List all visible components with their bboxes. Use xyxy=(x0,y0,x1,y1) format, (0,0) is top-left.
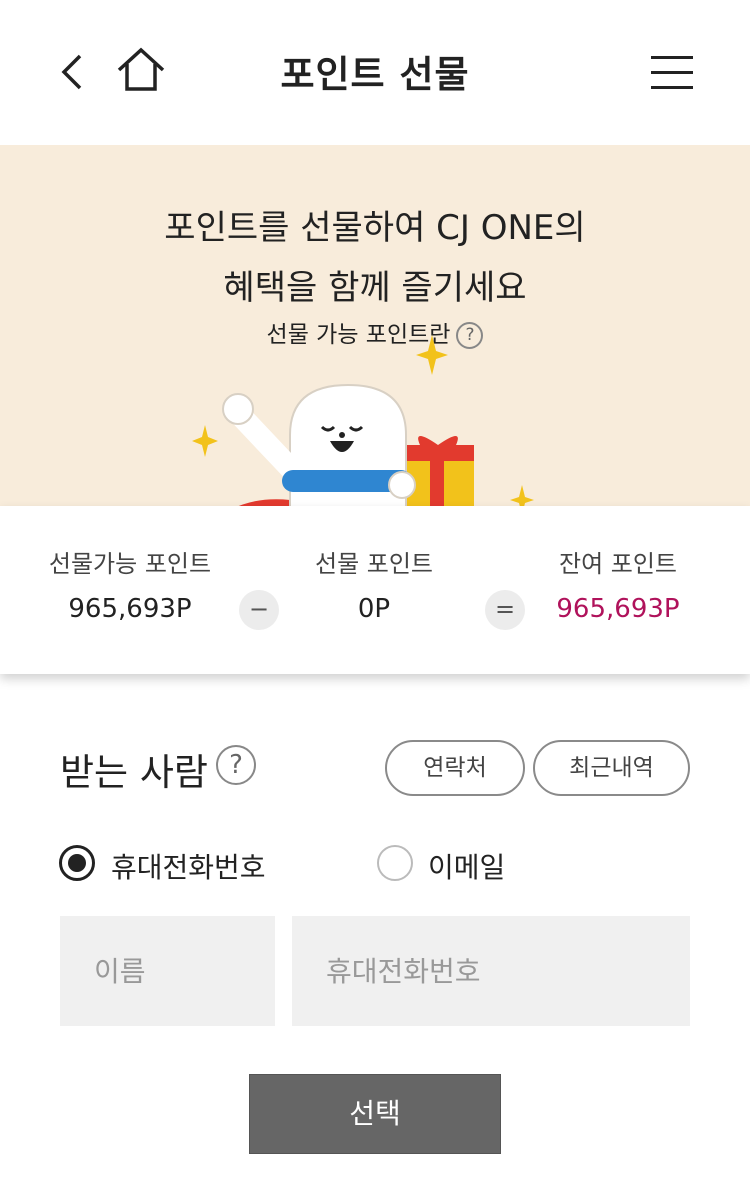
banner-headline-2: 혜택을 함께 즐기세요 xyxy=(223,268,527,308)
gift-points-label: 선물 포인트 xyxy=(314,550,434,578)
contacts-button[interactable]: 연락처 xyxy=(385,740,525,796)
recent-history-button[interactable]: 최근내역 xyxy=(533,740,690,796)
recipient-help-icon[interactable]: ? xyxy=(216,745,256,785)
top-header: 포인트 선물 xyxy=(0,0,750,145)
promo-banner: 포인트를 선물하여 CJ ONE의 혜택을 함께 즐기세요 선물 가능 포인트란… xyxy=(0,145,750,525)
page-title: 포인트 선물 xyxy=(280,53,470,96)
radio-email-label[interactable]: 이메일 xyxy=(428,846,505,886)
recipient-title: 받는 사람 xyxy=(60,751,208,794)
hamburger-icon xyxy=(651,56,693,59)
minus-icon: − xyxy=(239,590,279,630)
name-input[interactable] xyxy=(60,916,275,1026)
banner-headline-1: 포인트를 선물하여 CJ ONE의 xyxy=(164,208,586,248)
available-points-value: 965,693P xyxy=(68,594,192,624)
phone-number-input[interactable] xyxy=(292,916,690,1026)
gift-points-value: 0P xyxy=(357,594,391,624)
remaining-points-label: 잔여 포인트 xyxy=(558,550,678,578)
remaining-points-value: 965,693P xyxy=(556,594,680,624)
mascot-gift-illustration xyxy=(192,335,534,525)
points-summary-card: 선물가능 포인트 965,693P − 선물 포인트 0P = 잔여 포인트 9… xyxy=(0,506,750,674)
select-button[interactable]: 선택 xyxy=(249,1074,501,1154)
radio-phone-label[interactable]: 휴대전화번호 xyxy=(111,846,266,886)
menu-button[interactable] xyxy=(645,50,697,94)
available-points-label: 선물가능 포인트 xyxy=(48,550,212,578)
radio-email[interactable] xyxy=(377,845,413,881)
radio-phone[interactable] xyxy=(59,845,95,881)
